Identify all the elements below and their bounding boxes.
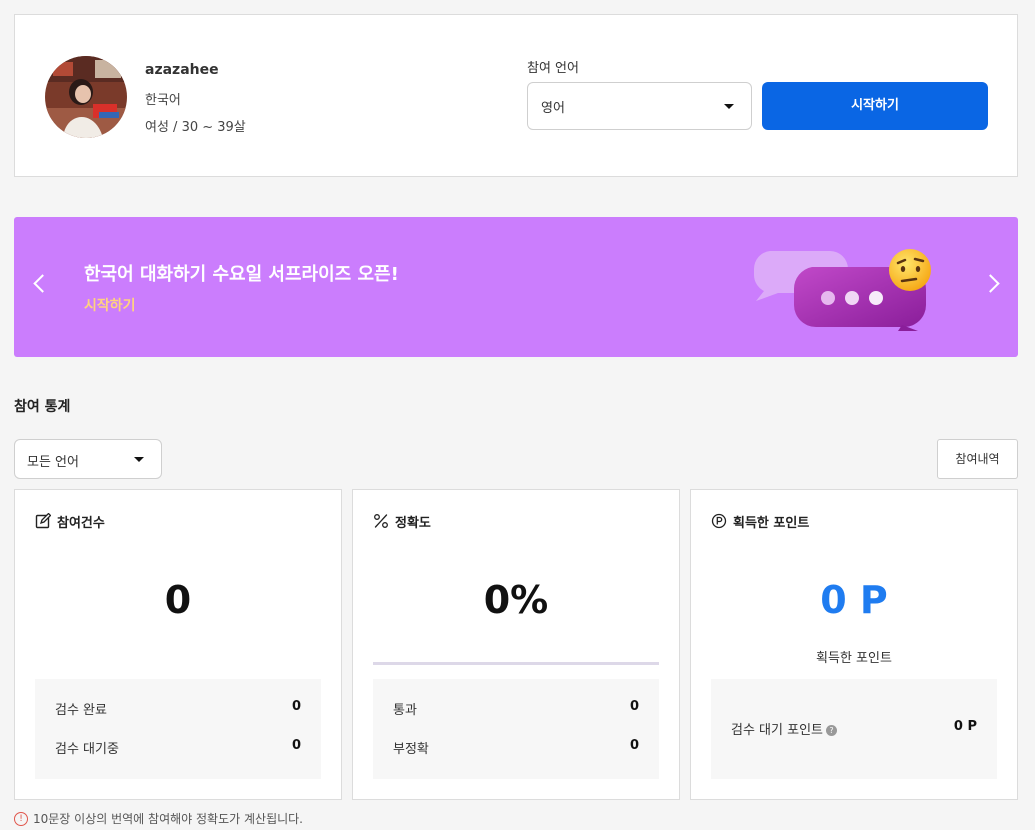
participation-count-value: 0 [164, 578, 192, 622]
demographic-info: 여성 / 30 ~ 39살 [145, 120, 246, 135]
banner-cta-link[interactable]: 시작하기 [84, 295, 136, 315]
chevron-down-icon [134, 457, 144, 462]
detail-value: 0 [629, 699, 639, 714]
start-button[interactable]: 시작하기 [762, 82, 988, 130]
detail-box: 통과 0 부정확 0 [373, 679, 659, 779]
footnote-text: 10문장 이상의 번역에 참여해야 정확도가 계산됩니다. [33, 812, 303, 826]
chevron-down-icon [724, 104, 734, 109]
chevron-left-icon[interactable] [33, 274, 52, 293]
language-select-value: 영어 [541, 101, 565, 116]
stats-section-title: 참여 통계 [14, 399, 71, 415]
point-icon [711, 513, 727, 529]
language-filter-value: 모든 언어 [27, 455, 79, 470]
language-filter-select[interactable]: 모든 언어 [14, 439, 162, 479]
detail-value: 0 [291, 738, 301, 753]
detail-label: 검수 완료 [55, 703, 107, 718]
detail-value: 0 P [953, 719, 977, 734]
card-title: 획득한 포인트 [733, 515, 810, 531]
detail-label: 통과 [393, 703, 417, 718]
detail-row: 부정확 0 [393, 738, 639, 758]
chat-bubble-emoji-illustration [753, 249, 931, 331]
detail-row: 검수 대기 포인트? 0 P [731, 719, 977, 739]
card-header: 획득한 포인트 [711, 512, 810, 531]
accuracy-footnote: ! 10문장 이상의 번역에 참여해야 정확도가 계산됩니다. [14, 810, 303, 827]
participation-count-card: 참여건수 0 검수 완료 0 검수 대기중 0 [14, 489, 342, 800]
points-value: 0 P [820, 578, 888, 622]
detail-label: 검수 대기중 [55, 742, 119, 757]
participation-history-button[interactable]: 참여내역 [937, 439, 1018, 479]
card-header: 정확도 [373, 512, 431, 531]
detail-label: 검수 대기 포인트 [731, 723, 823, 738]
percent-icon [374, 514, 388, 528]
detail-value: 0 [291, 699, 301, 714]
detail-label: 부정확 [393, 742, 429, 757]
detail-row: 검수 완료 0 [55, 699, 301, 719]
detail-row: 통과 0 [393, 699, 639, 719]
language-label: 참여 언어 [527, 61, 579, 76]
detail-value: 0 [629, 738, 639, 753]
detail-box: 검수 완료 0 검수 대기중 0 [35, 679, 321, 779]
detail-box: 검수 대기 포인트? 0 P [711, 679, 997, 779]
points-caption: 획득한 포인트 [816, 651, 892, 666]
avatar [45, 56, 127, 138]
accuracy-value: 0% [483, 578, 549, 622]
help-icon[interactable]: ? [826, 725, 837, 736]
points-card: 획득한 포인트 0 P 획득한 포인트 검수 대기 포인트? 0 P [690, 489, 1018, 800]
card-title: 정확도 [395, 515, 431, 531]
promo-banner[interactable]: 한국어 대화하기 수요일 서프라이즈 오픈! 시작하기 [14, 217, 1018, 357]
card-title: 참여건수 [57, 515, 105, 531]
banner-title: 한국어 대화하기 수요일 서프라이즈 오픈! [84, 264, 399, 285]
accuracy-progress-bar [373, 662, 659, 665]
native-language: 한국어 [145, 93, 181, 108]
card-header: 참여건수 [35, 512, 105, 531]
language-select[interactable]: 영어 [527, 82, 752, 130]
username: azazahee [145, 62, 219, 78]
detail-row: 검수 대기중 0 [55, 738, 301, 758]
warning-icon: ! [14, 811, 28, 826]
accuracy-card: 정확도 0% 통과 0 부정확 0 [352, 489, 680, 800]
profile-card: azazahee 한국어 여성 / 30 ~ 39살 참여 언어 영어 시작하기 [14, 14, 1018, 177]
chevron-right-icon[interactable] [981, 274, 1000, 293]
edit-icon [35, 513, 51, 529]
